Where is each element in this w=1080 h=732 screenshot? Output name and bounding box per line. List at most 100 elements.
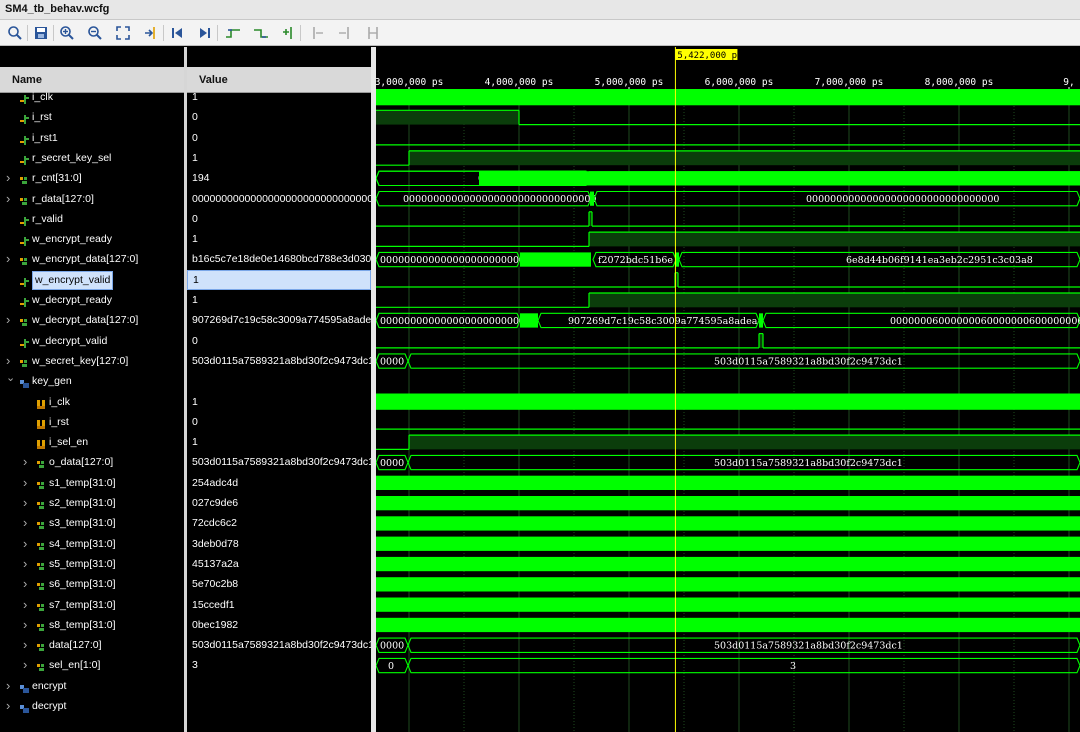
expand-chevron-icon[interactable]: › xyxy=(23,452,31,471)
signal-row[interactable]: › s6_temp[31:0] xyxy=(0,574,184,594)
signal-row[interactable]: › s5_temp[31:0] xyxy=(0,554,184,574)
signal-value[interactable]: 503d0115a7589321a8bd30f2c9473dc1 xyxy=(187,351,371,371)
signal-row[interactable]: w_decrypt_valid xyxy=(0,331,184,351)
signal-value[interactable]: 907269d7c19c58c3009a774595a8adea xyxy=(187,310,371,330)
signal-value[interactable]: 00000000000000000000000000000000 xyxy=(187,189,371,209)
signal-row[interactable]: › o_data[127:0] xyxy=(0,452,184,472)
signal-value[interactable]: 254adc4d xyxy=(187,473,371,493)
signal-row[interactable]: › w_encrypt_data[127:0] xyxy=(0,249,184,269)
signal-value[interactable]: 194 xyxy=(187,168,371,188)
zoom-fit-search-icon[interactable] xyxy=(6,24,24,42)
signal-value[interactable]: 0 xyxy=(187,107,371,127)
expand-chevron-icon[interactable]: › xyxy=(6,310,14,329)
next-marker-icon[interactable] xyxy=(336,24,354,42)
signal-row[interactable]: › w_decrypt_data[127:0] xyxy=(0,310,184,330)
signal-row[interactable]: r_valid xyxy=(0,209,184,229)
waveform-viewer[interactable]: 3,000,000 ps 4,000,000 ps 5,000,000 ps 6,00… xyxy=(376,47,1080,732)
signal-row[interactable]: w_encrypt_ready xyxy=(0,229,184,249)
signal-row[interactable]: i_clk xyxy=(0,392,184,412)
signal-row[interactable]: i_rst xyxy=(0,412,184,432)
signal-value[interactable]: 1 xyxy=(187,392,371,412)
go-to-time-zero-icon[interactable] xyxy=(168,24,186,42)
signal-row[interactable]: › s8_temp[31:0] xyxy=(0,615,184,635)
signal-row[interactable]: › encrypt xyxy=(0,676,184,696)
expand-chevron-icon[interactable]: › xyxy=(23,574,31,593)
zoom-out-icon[interactable] xyxy=(86,24,104,42)
wave-bus-segment xyxy=(407,657,1080,674)
signal-row[interactable]: › s2_temp[31:0] xyxy=(0,493,184,513)
signal-value[interactable] xyxy=(187,696,371,716)
signal-value[interactable] xyxy=(187,676,371,696)
signal-value[interactable]: 1 xyxy=(187,148,371,168)
signal-value[interactable]: 1 xyxy=(187,432,371,452)
zoom-in-icon[interactable] xyxy=(58,24,76,42)
signal-row[interactable]: › decrypt xyxy=(0,696,184,716)
waveform-canvas[interactable]: 3,000,000 ps 4,000,000 ps 5,000,000 ps 6,00… xyxy=(376,47,1080,732)
signal-row[interactable]: › s3_temp[31:0] xyxy=(0,513,184,533)
signal-row[interactable]: w_decrypt_ready xyxy=(0,290,184,310)
signal-value[interactable]: 1 xyxy=(187,229,371,249)
expand-chevron-icon[interactable]: › xyxy=(23,493,31,512)
expand-chevron-icon[interactable]: › xyxy=(6,351,14,370)
previous-transition-icon[interactable] xyxy=(224,24,242,42)
signal-row[interactable]: › sel_en[1:0] xyxy=(0,655,184,675)
expand-chevron-icon[interactable]: › xyxy=(6,189,14,208)
signal-value[interactable]: 503d0115a7589321a8bd30f2c9473dc1 xyxy=(187,452,371,472)
signal-value[interactable]: 0bec1982 xyxy=(187,615,371,635)
signal-value[interactable]: 0 xyxy=(187,412,371,432)
signal-row[interactable]: r_secret_key_sel xyxy=(0,148,184,168)
expand-chevron-icon[interactable]: › xyxy=(23,615,31,634)
signal-value[interactable] xyxy=(187,371,371,391)
signal-value[interactable]: 45137a2a xyxy=(187,554,371,574)
signal-value[interactable]: 0 xyxy=(187,331,371,351)
signal-value[interactable]: 1 xyxy=(187,87,371,107)
signal-row[interactable]: › r_cnt[31:0] xyxy=(0,168,184,188)
signal-name: data[127:0] xyxy=(49,639,102,652)
signal-row[interactable]: i_rst1 xyxy=(0,128,184,148)
expand-chevron-icon[interactable]: › xyxy=(6,676,14,695)
signal-value[interactable]: b16c5c7e18de0e14680bcd788e3d030d xyxy=(187,249,371,269)
signal-value[interactable]: 0 xyxy=(187,128,371,148)
signal-row[interactable]: i_sel_en xyxy=(0,432,184,452)
go-to-last-time-icon[interactable] xyxy=(196,24,214,42)
signal-row[interactable]: › s7_temp[31:0] xyxy=(0,595,184,615)
expand-chevron-icon[interactable]: › xyxy=(23,655,31,674)
expand-chevron-icon[interactable]: › xyxy=(23,595,31,614)
zoom-full-icon[interactable] xyxy=(114,24,132,42)
save-icon[interactable] xyxy=(32,24,50,42)
signal-row[interactable]: › w_secret_key[127:0] xyxy=(0,351,184,371)
signal-value[interactable]: 503d0115a7589321a8bd30f2c9473dc1 xyxy=(187,635,371,655)
expand-chevron-icon[interactable]: › xyxy=(6,168,14,187)
expand-chevron-icon[interactable]: › xyxy=(23,635,31,654)
signal-row[interactable]: › r_data[127:0] xyxy=(0,189,184,209)
next-transition-icon[interactable] xyxy=(252,24,270,42)
signal-value[interactable]: 3 xyxy=(187,655,371,675)
signal-value[interactable]: 0 xyxy=(187,209,371,229)
signal-value[interactable]: 1 xyxy=(187,290,371,310)
signal-value[interactable]: 72cdc6c2 xyxy=(187,513,371,533)
signal-value[interactable]: 15ccedf1 xyxy=(187,595,371,615)
swap-cursors-icon[interactable] xyxy=(364,24,382,42)
expand-chevron-icon[interactable]: › xyxy=(23,534,31,553)
add-marker-icon[interactable] xyxy=(280,24,298,42)
signal-row[interactable]: › s1_temp[31:0] xyxy=(0,473,184,493)
bus-signal-icon xyxy=(36,478,47,489)
signal-value[interactable]: 3deb0d78 xyxy=(187,534,371,554)
expand-chevron-icon[interactable]: › xyxy=(6,249,14,268)
signal-value[interactable]: 5e70c2b8 xyxy=(187,574,371,594)
signal-value[interactable]: 027c9de6 xyxy=(187,493,371,513)
signal-row[interactable]: › s4_temp[31:0] xyxy=(0,534,184,554)
signal-row[interactable]: › data[127:0] xyxy=(0,635,184,655)
go-to-cursor-icon[interactable] xyxy=(142,24,160,42)
signal-row[interactable]: ⌄ key_gen xyxy=(0,371,184,391)
signal-row[interactable]: i_rst xyxy=(0,107,184,127)
expand-chevron-icon[interactable]: › xyxy=(6,696,14,715)
previous-marker-icon[interactable] xyxy=(308,24,326,42)
signal-value[interactable]: 1 xyxy=(187,269,371,290)
expand-chevron-icon[interactable]: › xyxy=(23,554,31,573)
signal-row[interactable]: w_encrypt_valid xyxy=(0,270,184,290)
expand-chevron-icon[interactable]: › xyxy=(23,473,31,492)
collapse-chevron-icon[interactable]: ⌄ xyxy=(6,371,15,385)
expand-chevron-icon[interactable]: › xyxy=(23,513,31,532)
signal-row[interactable]: i_clk xyxy=(0,87,184,107)
